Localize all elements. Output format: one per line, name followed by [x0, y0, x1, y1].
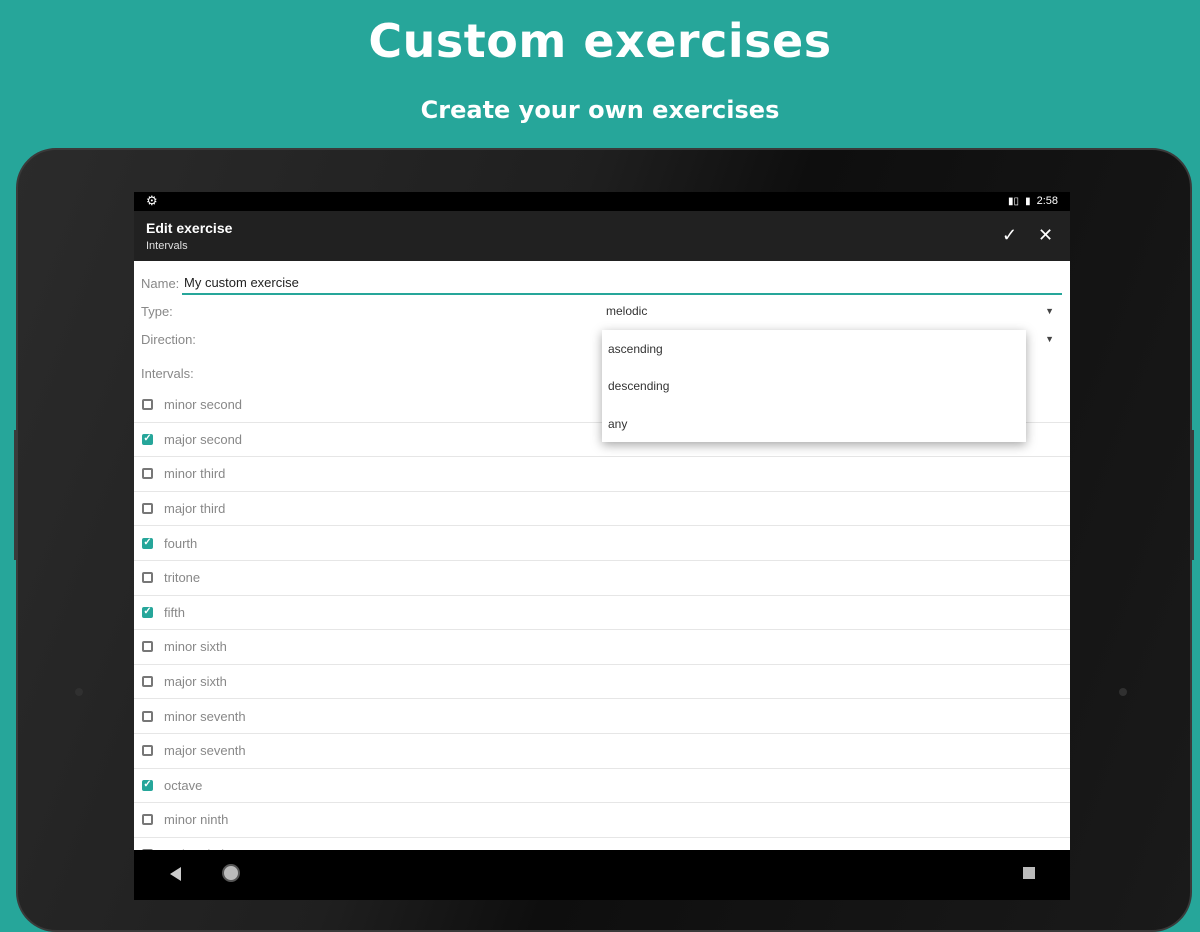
interval-label: minor sixth [164, 639, 227, 655]
promo-title: Custom exercises [368, 14, 832, 68]
interval-checkbox[interactable] [142, 433, 153, 445]
interval-row[interactable]: minor sixth [134, 630, 1070, 665]
recents-icon[interactable] [1023, 867, 1035, 879]
page-title: Edit exercise [146, 220, 233, 236]
type-value: melodic [606, 304, 648, 318]
interval-label: minor seventh [164, 708, 246, 724]
interval-row[interactable]: major third [134, 492, 1070, 527]
interval-row[interactable]: minor seventh [134, 699, 1070, 734]
interval-row[interactable]: major seventh [134, 734, 1070, 769]
type-label: Type: [141, 304, 173, 319]
gear-icon: ⚙ [146, 193, 158, 208]
dropdown-option-descending[interactable]: descending [608, 379, 669, 393]
promo-subtitle: Create your own exercises [420, 96, 780, 124]
device-screen: ⚙ ▮▯ ▮ 2:58 Edit exercise Intervals ✓ ✕ … [134, 192, 1070, 900]
interval-checkbox[interactable] [142, 399, 153, 411]
status-bar: ⚙ ▮▯ ▮ 2:58 [134, 192, 1070, 211]
interval-row[interactable]: major sixth [134, 665, 1070, 700]
interval-checkbox[interactable] [142, 468, 153, 480]
home-icon[interactable] [222, 864, 240, 882]
volume-button-right [1190, 430, 1194, 560]
interval-checkbox[interactable] [142, 503, 153, 515]
interval-checkbox[interactable] [142, 606, 153, 618]
interval-checkbox[interactable] [142, 779, 153, 791]
dropdown-option-any[interactable]: any [608, 417, 627, 431]
signal-icon: ▮▯ [1008, 195, 1020, 207]
interval-label: major seventh [164, 743, 246, 759]
interval-checkbox[interactable] [142, 710, 153, 722]
dropdown-arrow-icon: ▼ [1045, 306, 1054, 316]
interval-row[interactable]: fifth [134, 596, 1070, 631]
interval-label: minor second [164, 397, 243, 413]
page-subtitle: Intervals [146, 240, 188, 252]
interval-label: octave [164, 777, 203, 793]
interval-row[interactable]: tritone [134, 561, 1070, 596]
interval-row[interactable]: minor ninth [134, 803, 1070, 838]
direction-label: Direction: [141, 332, 196, 347]
navigation-bar [134, 850, 1070, 900]
interval-label: minor third [164, 466, 226, 482]
app-bar: Edit exercise Intervals ✓ ✕ [134, 211, 1070, 261]
check-icon[interactable]: ✓ [1002, 225, 1017, 246]
battery-icon: ▮ [1025, 195, 1031, 207]
type-spinner[interactable]: melodic ▼ [606, 304, 1056, 326]
interval-row[interactable]: minor third [134, 457, 1070, 492]
interval-label: tritone [164, 570, 201, 586]
interval-checkbox[interactable] [142, 572, 153, 584]
interval-row[interactable]: octave [134, 769, 1070, 804]
interval-row[interactable]: fourth [134, 526, 1070, 561]
interval-label: fourth [164, 535, 198, 551]
interval-label: major third [164, 501, 226, 517]
interval-checkbox[interactable] [142, 676, 153, 688]
interval-label: major sixth [164, 674, 227, 690]
interval-checkbox[interactable] [142, 814, 153, 826]
camera-dot-right [1119, 688, 1127, 696]
close-icon[interactable]: ✕ [1038, 225, 1053, 246]
interval-label: minor ninth [164, 812, 229, 828]
name-field[interactable] [182, 271, 1062, 295]
interval-label: fifth [164, 604, 185, 620]
direction-dropdown: ascending descending any [602, 330, 1026, 442]
interval-checkbox[interactable] [142, 745, 153, 757]
volume-button-left [14, 430, 18, 560]
name-label: Name: [141, 276, 180, 291]
back-icon[interactable] [170, 867, 181, 881]
dropdown-arrow-icon: ▼ [1045, 334, 1054, 344]
interval-checkbox[interactable] [142, 641, 153, 653]
status-time: 2:58 [1036, 195, 1058, 207]
dropdown-option-ascending[interactable]: ascending [608, 342, 663, 356]
camera-dot-left [75, 688, 83, 696]
intervals-label: Intervals: [141, 366, 194, 381]
interval-checkbox[interactable] [142, 537, 153, 549]
interval-list: minor second major second minor third major… [134, 388, 1070, 873]
interval-label: major second [164, 431, 243, 447]
